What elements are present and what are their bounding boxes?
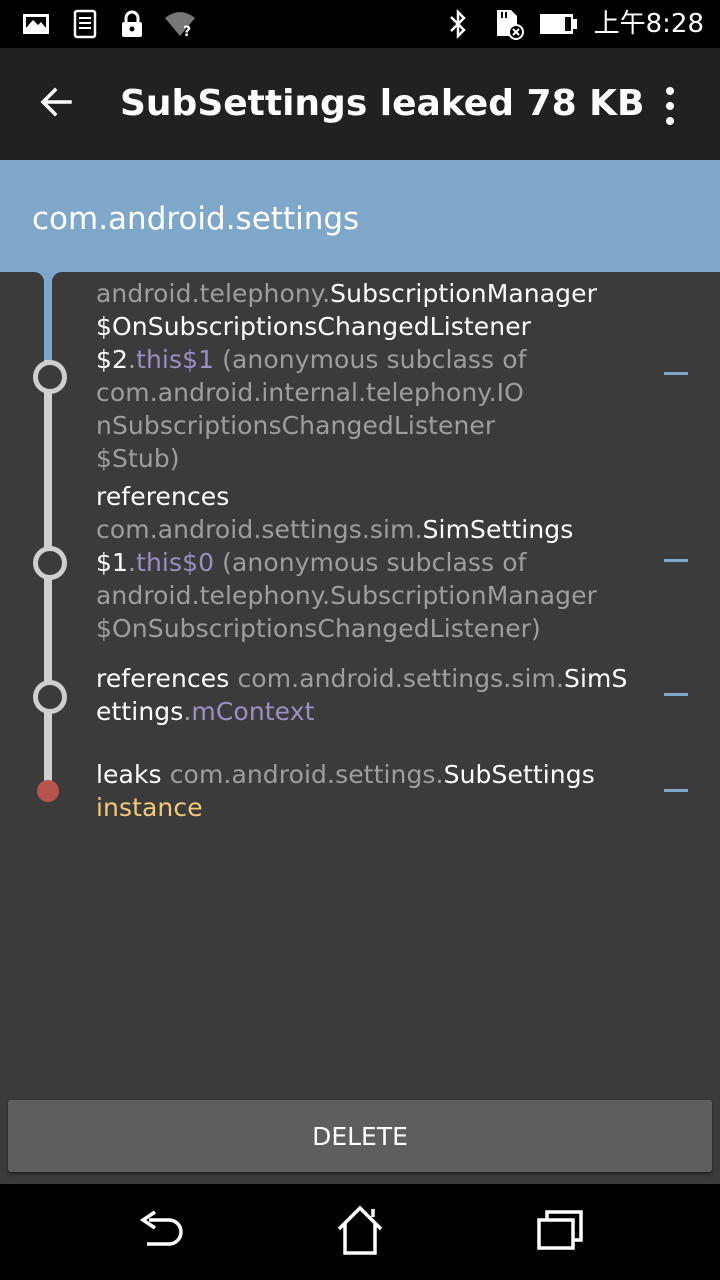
trace-node [33,360,67,394]
trace-node [33,546,67,580]
package-header: com.android.settings [0,160,720,272]
trace-segment-gray: com.android.settings.sim. [96,515,423,544]
status-clock: 上午8:28 [593,9,704,39]
trace-segment-purple: this$1 [136,345,215,374]
more-vert-icon [666,87,674,95]
trace-segment-purple: mContext [191,697,315,726]
trace-entry[interactable]: android.telephony.SubscriptionManager $On… [96,277,636,475]
bluetooth-icon [444,8,472,40]
trace-segment-white: SubSettings [443,760,595,789]
trace-line-top [44,272,52,360]
trace-segment-purple: this$0 [136,548,215,577]
page-title: SubSettings leaked 78 KB [120,83,645,124]
battery-icon [538,8,580,40]
back-button[interactable] [28,76,84,132]
collapse-dash[interactable] [664,372,688,375]
trace-node [33,680,67,714]
trace-segment-gray: $Stub) [96,444,180,473]
leak-node [37,780,59,802]
trace-segment-white: ettings [96,697,184,726]
nav-back-button[interactable] [130,1202,190,1262]
trace-entry[interactable]: references com.android.settings.sim.SimSe… [96,480,636,645]
app-bar: SubSettings leaked 78 KB [0,48,720,160]
nav-recents-button[interactable] [530,1202,590,1262]
wifi-unknown-icon: ? [162,8,198,40]
nav-home-icon [333,1203,387,1261]
leak-trace: android.telephony.SubscriptionManager $On… [0,272,720,1100]
trace-segment-white: $2 [96,345,129,374]
collapse-dash[interactable] [664,559,688,562]
trace-segment-white: references [96,482,230,511]
trace-segment-gray: (anonymous subclass of [214,548,527,577]
nav-recents-icon [533,1206,587,1258]
trace-segment-gray: android.telephony.SubscriptionManager [96,581,597,610]
trace-segment-gray: com.android.settings. [169,760,444,789]
trace-segment-white: $OnSubscriptionsChangedListener [96,312,532,341]
collapse-dash[interactable] [664,693,688,696]
lock-icon [118,8,146,40]
trace-segment-gray: nSubscriptionsChangedListener [96,411,496,440]
trace-segment-white: leaks [96,760,170,789]
navigation-bar [0,1184,720,1280]
trace-segment-white: SimSettings [422,515,574,544]
image-icon [20,8,52,40]
trace-segment-gray: (anonymous subclass of [214,345,527,374]
trace-segment-white: $1 [96,548,129,577]
trace-segment-gray: . [128,548,137,577]
trace-segment-white: references [96,664,238,693]
package-name: com.android.settings [32,201,360,237]
nav-back-icon [133,1206,187,1258]
trace-segment-gray: com.android.settings.sim. [237,664,565,693]
trace-segment-gray: android.telephony. [96,279,331,308]
sd-card-error-icon [490,8,526,40]
trace-segment-gray: com.android.internal.telephony.IO [96,378,524,407]
trace-segment-yellow: instance [96,793,203,822]
trace-entry[interactable]: references com.android.settings.sim.SimS… [96,662,636,728]
nav-home-button[interactable] [330,1202,390,1262]
delete-button[interactable]: DELETE [8,1100,712,1172]
status-bar: ? 上午8:28 [0,0,720,48]
trace-segment-gray: $OnSubscriptionsChangedListener) [96,614,541,643]
svg-text:?: ? [183,24,191,38]
arrow-back-icon [38,84,74,124]
trace-segment-white: SubscriptionManager [330,279,597,308]
trace-entry[interactable]: leaks com.android.settings.SubSettings in… [96,758,636,824]
collapse-dash[interactable] [664,789,688,792]
trace-segment-white: SimS [564,664,628,693]
trace-segment-gray: . [128,345,137,374]
log-icon [72,8,98,40]
overflow-menu-button[interactable] [644,78,696,134]
